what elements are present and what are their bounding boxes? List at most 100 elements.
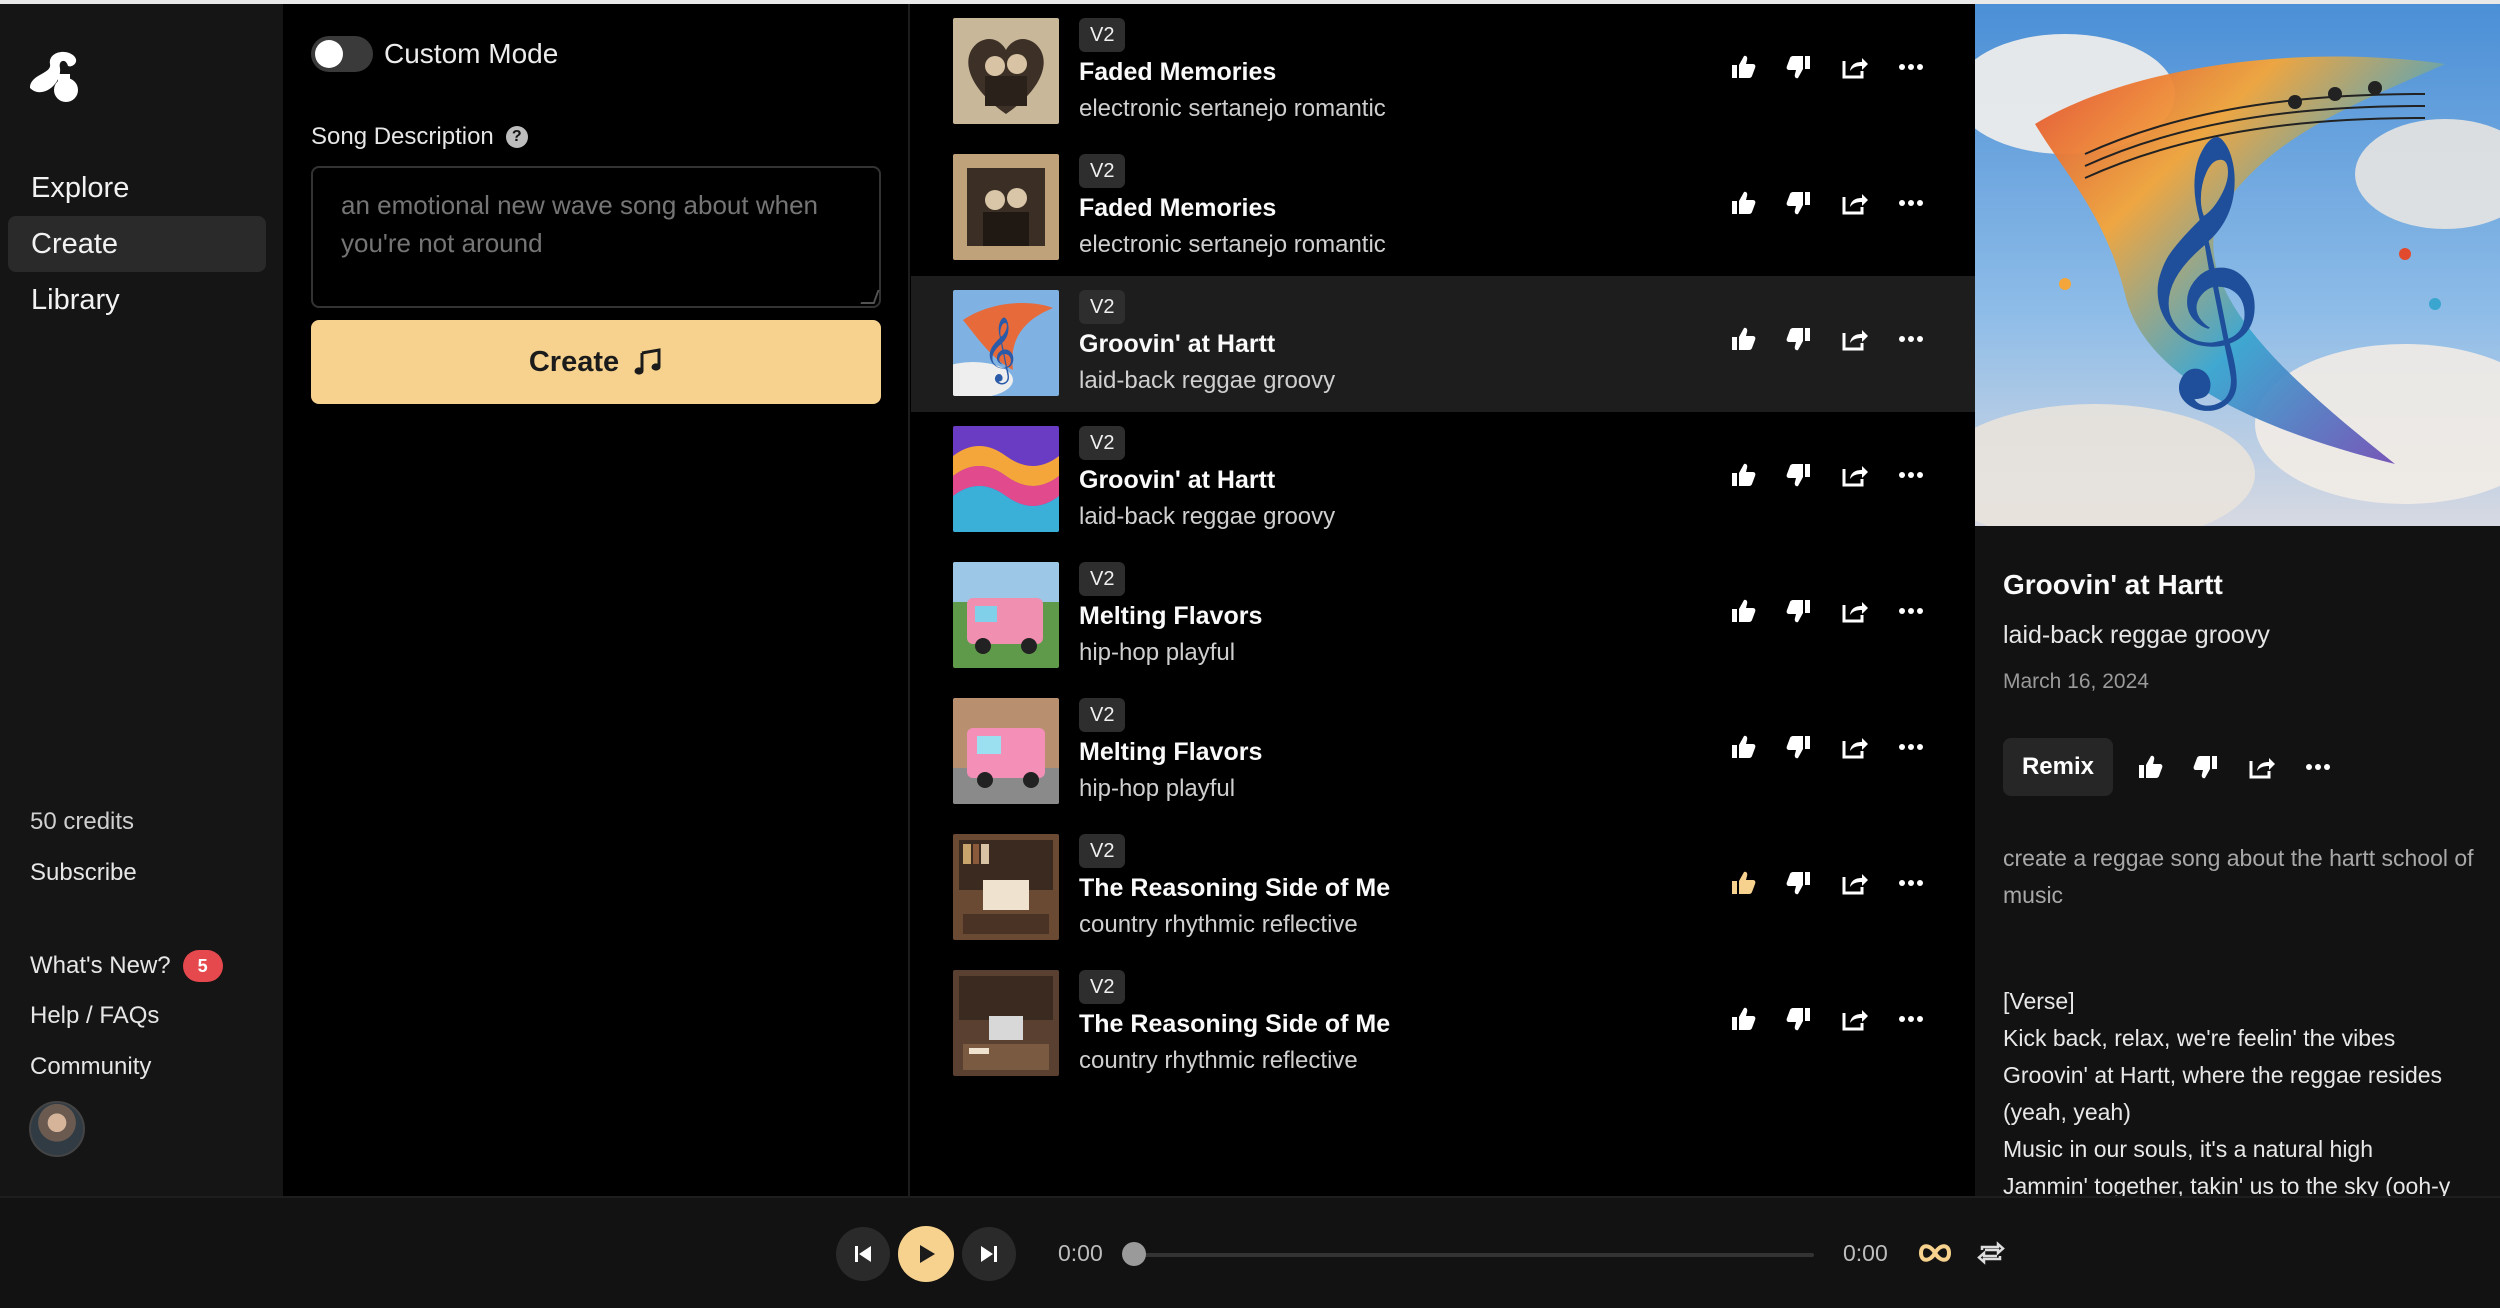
- subscribe-link[interactable]: Subscribe: [30, 859, 270, 887]
- dislike-button[interactable]: [1782, 186, 1816, 220]
- dislike-button[interactable]: [1782, 50, 1816, 84]
- song-title[interactable]: Groovin' at Hartt: [1079, 330, 1275, 359]
- dislike-icon: [1786, 872, 1810, 895]
- song-thumbnail[interactable]: [953, 970, 1059, 1076]
- share-button[interactable]: [1838, 594, 1872, 628]
- create-button[interactable]: Create: [311, 320, 881, 404]
- share-button[interactable]: [1838, 1002, 1872, 1036]
- dislike-button[interactable]: [1782, 1002, 1816, 1036]
- like-button[interactable]: [1726, 730, 1760, 764]
- share-button[interactable]: [1838, 50, 1872, 84]
- share-button[interactable]: [2245, 750, 2279, 784]
- dislike-button[interactable]: [1782, 866, 1816, 900]
- like-button[interactable]: [1726, 594, 1760, 628]
- song-title[interactable]: The Reasoning Side of Me: [1079, 1010, 1390, 1039]
- play-button[interactable]: [898, 1226, 954, 1282]
- dislike-button[interactable]: [1782, 730, 1816, 764]
- more-options-button[interactable]: [1894, 866, 1928, 900]
- share-button[interactable]: [1838, 866, 1872, 900]
- song-title[interactable]: Groovin' at Hartt: [1079, 466, 1275, 495]
- song-actions: [1726, 730, 1928, 764]
- song-row[interactable]: V2 Groovin' at Hartt laid-back reggae groo…: [911, 412, 1975, 548]
- more-options-button[interactable]: [1894, 730, 1928, 764]
- song-title[interactable]: Faded Memories: [1079, 58, 1276, 87]
- song-thumbnail[interactable]: [953, 154, 1059, 260]
- whats-new-link[interactable]: What's New? 5: [30, 950, 270, 982]
- song-description-input[interactable]: [311, 166, 881, 308]
- like-icon: [1732, 1007, 1756, 1030]
- custom-mode-toggle[interactable]: [311, 36, 373, 72]
- share-button[interactable]: [1838, 322, 1872, 356]
- next-button[interactable]: [962, 1227, 1016, 1281]
- like-button[interactable]: [1726, 1002, 1760, 1036]
- dislike-icon: [1786, 1008, 1810, 1031]
- song-thumbnail[interactable]: [953, 18, 1059, 124]
- song-title[interactable]: Melting Flavors: [1079, 602, 1262, 631]
- app-logo-icon[interactable]: [26, 44, 84, 102]
- like-button[interactable]: [1726, 866, 1760, 900]
- dislike-icon: [1786, 600, 1810, 623]
- user-avatar[interactable]: [29, 1101, 85, 1157]
- song-row[interactable]: 𝄞 V2 Groovin' at Hartt laid-back reggae gro…: [911, 276, 1975, 412]
- song-title[interactable]: Melting Flavors: [1079, 738, 1262, 767]
- more-options-button[interactable]: [1894, 50, 1928, 84]
- progress-track[interactable]: [1134, 1253, 1814, 1257]
- share-button[interactable]: [1838, 730, 1872, 764]
- nav-create[interactable]: Create: [8, 216, 266, 272]
- dislike-button[interactable]: [1782, 322, 1816, 356]
- song-title[interactable]: The Reasoning Side of Me: [1079, 874, 1390, 903]
- more-options-button[interactable]: [1894, 458, 1928, 492]
- song-row[interactable]: V2 Faded Memories electronic sertanejo rom…: [911, 140, 1975, 276]
- song-row[interactable]: V2 The Reasoning Side of Me country rhythm…: [911, 956, 1975, 1092]
- svg-text:𝄞: 𝄞: [2130, 132, 2266, 411]
- like-button[interactable]: [1726, 458, 1760, 492]
- song-row[interactable]: V2 Melting Flavors hip-hop playful: [911, 684, 1975, 820]
- nav-library[interactable]: Library: [8, 272, 266, 328]
- song-row[interactable]: V2 Melting Flavors hip-hop playful: [911, 548, 1975, 684]
- share-icon: [2249, 758, 2275, 779]
- repeat-icon[interactable]: [1976, 1238, 2006, 1268]
- like-button[interactable]: [1726, 186, 1760, 220]
- version-badge: V2: [1079, 970, 1126, 1004]
- like-icon: [1732, 599, 1756, 622]
- more-options-button[interactable]: [1894, 322, 1928, 356]
- more-options-icon: [1899, 1016, 1923, 1022]
- community-link[interactable]: Community: [30, 1053, 270, 1081]
- main-nav: Explore Create Library: [8, 160, 266, 328]
- like-button[interactable]: [1726, 50, 1760, 84]
- like-button[interactable]: [2133, 750, 2167, 784]
- version-badge: V2: [1079, 834, 1126, 868]
- more-options-button[interactable]: [1894, 186, 1928, 220]
- more-options-icon: [1899, 744, 1923, 750]
- song-thumbnail[interactable]: 𝄞: [953, 290, 1059, 396]
- custom-mode-label: Custom Mode: [384, 38, 559, 69]
- share-button[interactable]: [1838, 458, 1872, 492]
- nav-explore[interactable]: Explore: [8, 160, 266, 216]
- like-icon: [1732, 871, 1756, 894]
- like-button[interactable]: [1726, 322, 1760, 356]
- dislike-button[interactable]: [2189, 750, 2223, 784]
- question-icon[interactable]: ?: [505, 126, 528, 148]
- song-thumbnail[interactable]: [953, 698, 1059, 804]
- song-thumbnail[interactable]: [953, 426, 1059, 532]
- song-row[interactable]: V2 Faded Memories electronic sertanejo rom…: [911, 4, 1975, 140]
- song-actions: [1726, 866, 1928, 900]
- more-options-button[interactable]: [2301, 750, 2335, 784]
- song-thumbnail[interactable]: [953, 562, 1059, 668]
- share-icon: [1842, 874, 1868, 895]
- dislike-icon: [1786, 328, 1810, 351]
- dislike-icon: [1786, 464, 1810, 487]
- help-faqs-link[interactable]: Help / FAQs: [30, 1002, 270, 1030]
- dislike-button[interactable]: [1782, 594, 1816, 628]
- infinite-loop-icon[interactable]: [1918, 1238, 1952, 1268]
- remix-button[interactable]: Remix: [2003, 738, 2113, 796]
- dislike-button[interactable]: [1782, 458, 1816, 492]
- song-row[interactable]: V2 The Reasoning Side of Me country rhythm…: [911, 820, 1975, 956]
- more-options-button[interactable]: [1894, 1002, 1928, 1036]
- song-title[interactable]: Faded Memories: [1079, 194, 1276, 223]
- progress-handle[interactable]: [1122, 1242, 1146, 1266]
- previous-button[interactable]: [836, 1227, 890, 1281]
- song-thumbnail[interactable]: [953, 834, 1059, 940]
- share-button[interactable]: [1838, 186, 1872, 220]
- more-options-button[interactable]: [1894, 594, 1928, 628]
